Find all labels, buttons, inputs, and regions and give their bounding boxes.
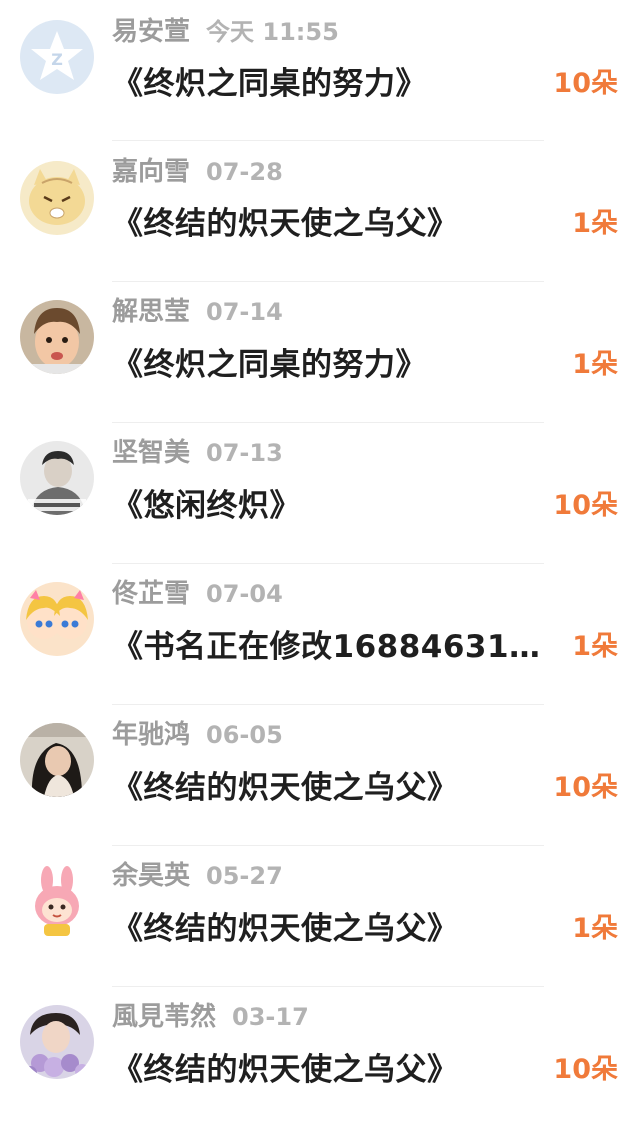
gift-date: 07-04 — [206, 580, 283, 608]
avatar[interactable] — [20, 1005, 94, 1079]
sender-name[interactable]: 嘉向雪 — [112, 157, 190, 187]
gift-record-row[interactable]: 嘉向雪 07-28 《终结的炽天使之乌父》 1朵 — [0, 141, 640, 282]
flower-count: 1朵 — [572, 631, 618, 662]
book-title[interactable]: 《书名正在修改16884631… — [112, 624, 562, 670]
bunny-cartoon-avatar-icon — [20, 864, 94, 938]
flower-count: 1朵 — [572, 913, 618, 944]
book-title[interactable]: 《悠闲终炽》 — [112, 483, 562, 529]
woman-photo-avatar-icon — [20, 723, 94, 797]
gift-date: 今天 11:55 — [206, 18, 339, 46]
svg-text:Z: Z — [51, 50, 63, 69]
sender-name[interactable]: 余昊英 — [112, 861, 190, 891]
gift-date: 07-28 — [206, 158, 283, 186]
avatar[interactable] — [20, 864, 94, 938]
gift-record-row[interactable]: 佟芷雪 07-04 《书名正在修改16884631… 1朵 — [0, 564, 640, 705]
book-title[interactable]: 《终结的炽天使之乌父》 — [112, 1047, 562, 1093]
avatar[interactable] — [20, 441, 94, 515]
gift-record-row[interactable]: 余昊英 05-27 《终结的炽天使之乌父》 1朵 — [0, 846, 640, 987]
sender-name[interactable]: 佟芷雪 — [112, 579, 190, 609]
gift-date: 05-27 — [206, 862, 283, 890]
sender-name[interactable]: 年驰鸿 — [112, 720, 190, 750]
flower-count: 1朵 — [572, 208, 618, 239]
anime-twins-avatar-icon — [20, 582, 94, 656]
cartoon-cat-avatar-icon — [20, 161, 94, 235]
flower-count: 10朵 — [553, 490, 618, 521]
book-title[interactable]: 《终结的炽天使之乌父》 — [112, 765, 562, 811]
gift-record-row[interactable]: 解思莹 07-14 《终炽之同桌的努力》 1朵 — [0, 282, 640, 423]
gift-date: 07-13 — [206, 439, 283, 467]
sender-name[interactable]: 易安萱 — [112, 17, 190, 47]
gift-date: 07-14 — [206, 298, 283, 326]
gift-record-list: Z 易安萱今天 11:55 《终炽之同桌的努力》 10朵 嘉向雪 07-28 — [0, 0, 640, 1128]
flower-count: 10朵 — [553, 772, 618, 803]
sender-name[interactable]: 風見苇然 — [112, 1002, 216, 1032]
sender-name[interactable]: 解思莹 — [112, 297, 190, 327]
book-title[interactable]: 《终炽之同桌的努力》 — [112, 61, 562, 107]
avatar[interactable] — [20, 300, 94, 374]
gift-record-row[interactable]: Z 易安萱 今天 11:55 《终炽之同桌的努力》 10朵 — [0, 0, 640, 141]
book-title[interactable]: 《终结的炽天使之乌父》 — [112, 906, 562, 952]
person-photo-avatar-icon — [20, 441, 94, 515]
gift-record-row[interactable]: 風見苇然 03-17 《终结的炽天使之乌父》 10朵 — [0, 987, 640, 1128]
default-star-avatar-icon: Z — [20, 20, 94, 94]
book-title[interactable]: 《终结的炽天使之乌父》 — [112, 201, 562, 247]
gift-record-row[interactable]: 坚智美 07-13 《悠闲终炽》 10朵 — [0, 423, 640, 564]
avatar[interactable] — [20, 161, 94, 235]
avatar[interactable] — [20, 723, 94, 797]
child-photo-avatar-icon — [20, 300, 94, 374]
gift-date: 06-05 — [206, 721, 283, 749]
sender-name[interactable]: 坚智美 — [112, 438, 190, 468]
flowers-photo-avatar-icon — [20, 1005, 94, 1079]
flower-count: 10朵 — [553, 68, 618, 99]
gift-date: 03-17 — [232, 1003, 309, 1031]
flower-count: 10朵 — [553, 1054, 618, 1085]
avatar[interactable]: Z — [20, 20, 94, 94]
book-title[interactable]: 《终炽之同桌的努力》 — [112, 342, 562, 388]
flower-count: 1朵 — [572, 349, 618, 380]
avatar[interactable] — [20, 582, 94, 656]
gift-record-row[interactable]: 年驰鸿 06-05 《终结的炽天使之乌父》 10朵 — [0, 705, 640, 846]
